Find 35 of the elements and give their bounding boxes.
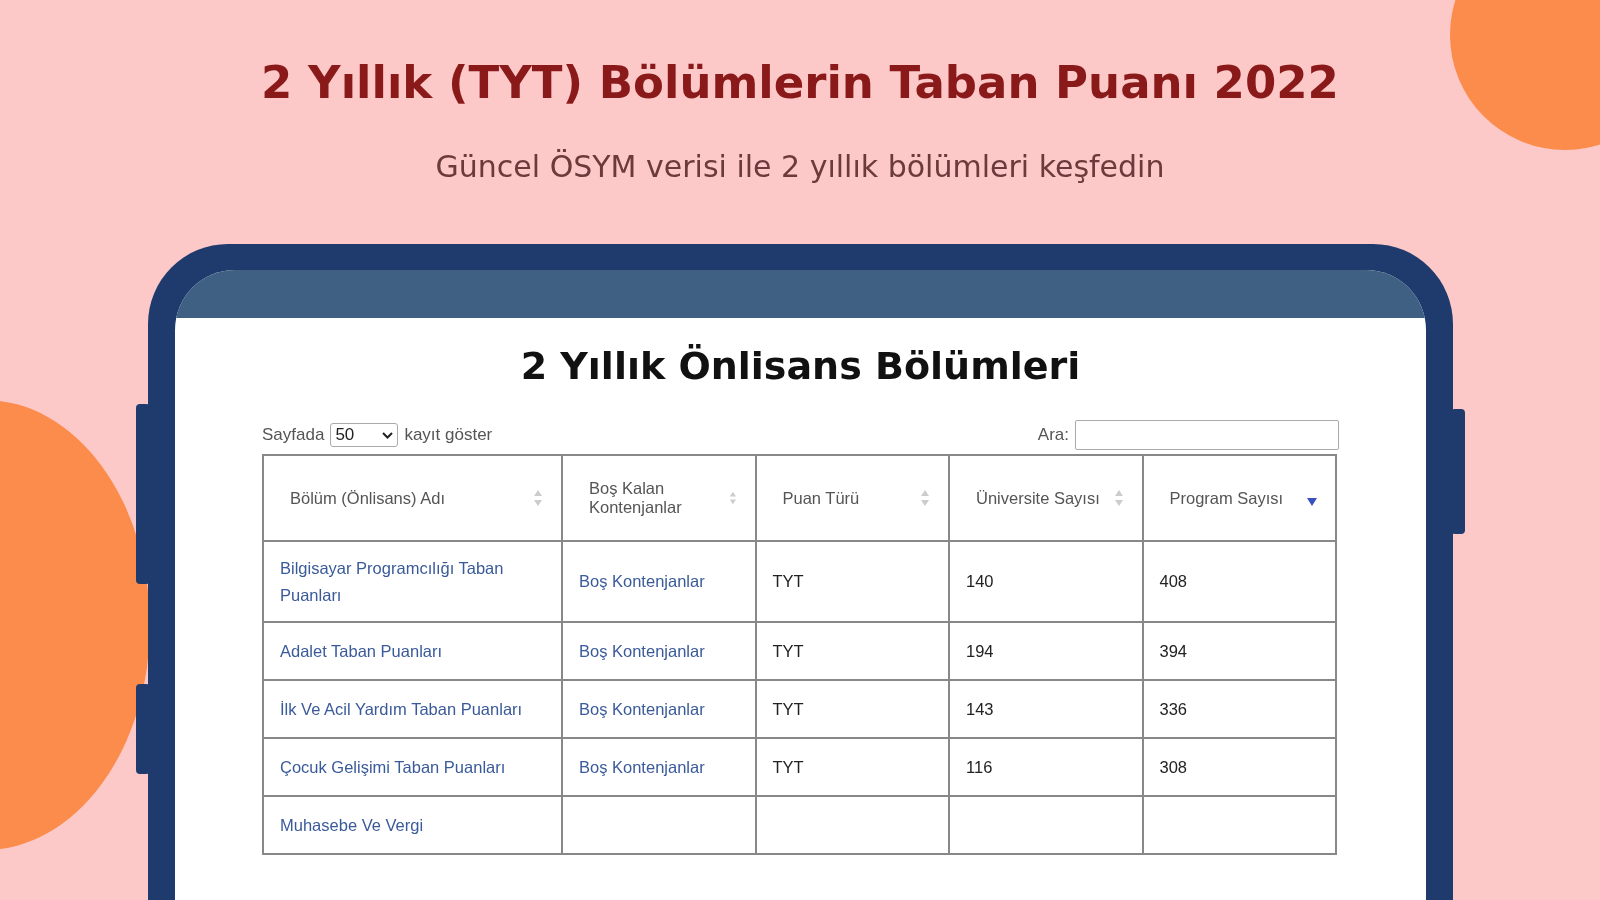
table-cell: 308	[1142, 738, 1336, 796]
column-header[interactable]: Puan Türü	[755, 455, 949, 541]
table-cell: 336	[1142, 680, 1336, 738]
table-cell: TYT	[755, 738, 949, 796]
table-link[interactable]: Bilgisayar Programcılığı Taban Puanları	[263, 541, 562, 622]
table-link[interactable]: Çocuk Gelişimi Taban Puanları	[263, 738, 562, 796]
column-header[interactable]: Program Sayısı	[1142, 455, 1336, 541]
column-header[interactable]: Boş Kalan Kontenjanlar	[562, 455, 756, 541]
search-label: Ara:	[1037, 425, 1069, 445]
table-cell: 143	[949, 680, 1143, 738]
screen-heading: 2 Yıllık Önlisans Bölümleri	[520, 344, 1081, 388]
table-link[interactable]: Muhasebe Ve Vergi	[263, 796, 562, 854]
table-cell: 140	[949, 541, 1143, 622]
table-link[interactable]: İlk Ve Acil Yardım Taban Puanları	[263, 680, 562, 738]
table-cell: 116	[949, 738, 1143, 796]
table-cell: 408	[1142, 541, 1336, 622]
table-cell: TYT	[755, 622, 949, 680]
table-cell: 394	[1142, 622, 1336, 680]
column-header[interactable]: Üniversite Sayısı	[949, 455, 1143, 541]
table-cell: 194	[949, 622, 1143, 680]
table-link[interactable]: Boş Kontenjanlar	[562, 541, 756, 622]
table-link[interactable]: Adalet Taban Puanları	[263, 622, 562, 680]
page-size-label: Sayfada	[262, 425, 325, 445]
table-cell: TYT	[755, 680, 949, 738]
page-subtitle: Güncel ÖSYM verisi ile 2 yıllık bölümleri keşfedin	[435, 149, 1165, 184]
search-field[interactable]	[1075, 420, 1339, 450]
caret-icon	[382, 431, 394, 439]
page-size-select[interactable]: 50	[330, 423, 399, 447]
column-header[interactable]: Bölüm (Önlisans) Adı	[263, 455, 562, 541]
page-title: 2 Yıllık (TYT) Bölümlerin Taban Puanı 2022	[261, 56, 1339, 109]
table-link[interactable]: Boş Kontenjanlar	[562, 738, 756, 796]
page-size-label: kayıt göster	[404, 425, 493, 445]
table-link[interactable]: Boş Kontenjanlar	[562, 680, 756, 738]
table-link[interactable]: Boş Kontenjanlar	[562, 622, 756, 680]
table-cell: TYT	[755, 541, 949, 622]
